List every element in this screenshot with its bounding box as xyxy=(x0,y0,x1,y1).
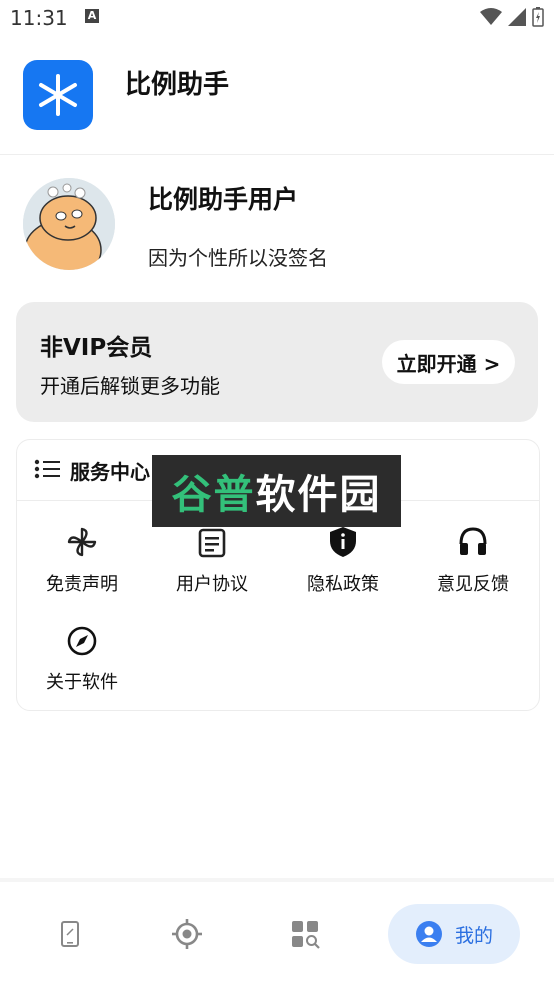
service-item-label: 意见反馈 xyxy=(437,574,509,595)
watermark-overlay: 谷普 软件园 xyxy=(152,455,401,527)
notification-a-icon: A xyxy=(85,9,99,23)
signal-icon xyxy=(508,8,526,26)
service-item-feedback[interactable]: 意见反馈 xyxy=(408,524,538,604)
service-item-label: 关于软件 xyxy=(46,672,118,693)
service-item-about[interactable]: 关于软件 xyxy=(17,622,147,702)
bottom-navigation: 我的 xyxy=(0,878,554,988)
status-time: 11:31 xyxy=(10,6,68,30)
avatar[interactable] xyxy=(23,178,115,270)
wifi-icon xyxy=(480,8,502,25)
nav-locate-tab[interactable] xyxy=(157,904,217,964)
list-icon xyxy=(34,459,60,479)
crosshair-icon xyxy=(172,919,202,949)
nav-mine-label: 我的 xyxy=(454,924,493,947)
avatar-image xyxy=(23,178,115,270)
user-icon xyxy=(415,921,442,947)
profile-section[interactable]: 比例助手用户 因为个性所以没签名 xyxy=(0,170,554,280)
nav-mine-tab[interactable]: 我的 xyxy=(388,904,520,964)
app-title: 比例助手 xyxy=(125,70,230,100)
service-item-disclaimer[interactable]: 免责声明 xyxy=(17,524,147,604)
status-icons xyxy=(480,7,544,27)
status-bar: 11:31 A xyxy=(0,0,554,36)
compass-icon xyxy=(67,626,97,656)
phone-icon xyxy=(61,921,79,947)
user-name: 比例助手用户 xyxy=(148,185,299,214)
apps-search-icon xyxy=(292,921,320,949)
nav-apps-tab[interactable] xyxy=(275,904,335,964)
vip-card: 非VIP会员 开通后解锁更多功能 立即开通 > xyxy=(16,302,538,422)
service-item-label: 用户协议 xyxy=(176,574,248,595)
service-title: 服务中心 xyxy=(70,460,150,484)
asterisk-icon xyxy=(39,74,77,116)
shield-icon xyxy=(330,527,356,557)
document-icon xyxy=(198,528,226,558)
watermark-text-1: 谷普 xyxy=(171,472,256,518)
activate-vip-button[interactable]: 立即开通 > xyxy=(382,340,515,384)
user-signature: 因为个性所以没签名 xyxy=(148,246,328,270)
service-item-label: 免责声明 xyxy=(46,574,118,595)
app-header: 比例助手 xyxy=(0,40,554,155)
watermark-text-2: 软件园 xyxy=(255,472,382,518)
vip-title: 非VIP会员 xyxy=(40,335,153,361)
battery-icon xyxy=(532,7,544,27)
headset-icon xyxy=(459,527,487,555)
vip-subtitle: 开通后解锁更多功能 xyxy=(40,374,220,398)
service-item-user-agreement[interactable]: 用户协议 xyxy=(147,524,277,604)
service-item-privacy-policy[interactable]: 隐私政策 xyxy=(278,524,408,604)
service-item-label: 隐私政策 xyxy=(307,574,379,595)
pinwheel-icon xyxy=(67,527,97,557)
app-logo xyxy=(23,60,93,130)
nav-phone-tab[interactable] xyxy=(40,904,100,964)
